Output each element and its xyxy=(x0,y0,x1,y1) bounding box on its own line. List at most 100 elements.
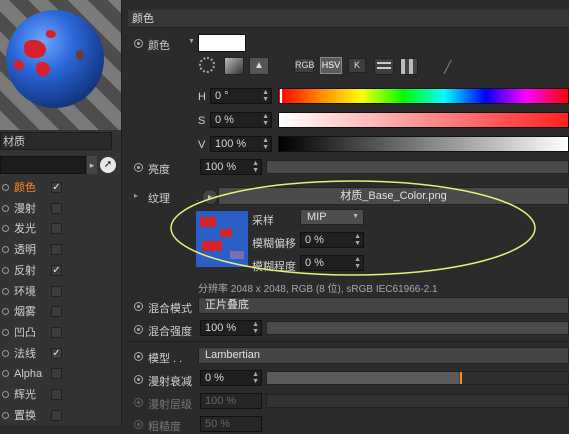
spectrum-icon[interactable] xyxy=(224,57,244,75)
channel-row[interactable]: 漫射 xyxy=(0,199,121,219)
h-field[interactable]: 0 ° ▲ ▼ xyxy=(210,88,272,104)
diffuse-level-field[interactable]: 100 % xyxy=(200,393,262,409)
brightness-anim-radio[interactable] xyxy=(134,163,143,172)
value-slider[interactable] xyxy=(278,136,569,152)
channel-row[interactable]: 置换 xyxy=(0,406,121,426)
channel-checkbox[interactable] xyxy=(51,409,62,421)
color-anim-radio[interactable] xyxy=(134,39,143,48)
diffuse-level-label: 漫射层级 xyxy=(148,399,192,411)
s-label: S xyxy=(198,115,206,127)
h-label: H xyxy=(198,91,206,103)
hsv-mode-button[interactable]: HSV xyxy=(320,57,342,74)
mix-strength-field[interactable]: 100 % ▲ ▼ xyxy=(200,320,262,336)
channel-checkbox[interactable] xyxy=(51,244,62,256)
channel-row[interactable]: Alpha xyxy=(0,364,121,384)
channel-row[interactable]: 反射 ✓ xyxy=(0,261,121,281)
mix-strength-slider[interactable] xyxy=(266,321,569,335)
model-dropdown[interactable]: Lambertian xyxy=(198,347,569,364)
brightness-slider[interactable] xyxy=(266,160,569,174)
material-dropdown-arrow[interactable]: ▸ xyxy=(87,156,97,174)
image-picker-icon[interactable]: ▲ xyxy=(249,57,269,75)
diffuse-falloff-field[interactable]: 0 % ▲ ▼ xyxy=(200,370,262,386)
section-divider xyxy=(128,341,569,342)
channel-checkbox[interactable] xyxy=(51,223,62,235)
channel-row[interactable]: 发光 xyxy=(0,219,121,239)
channel-checkbox[interactable]: ✓ xyxy=(51,264,62,276)
v-label: V xyxy=(198,139,206,151)
channel-checkbox[interactable] xyxy=(51,202,62,214)
diffuse-falloff-label: 漫射衰减 xyxy=(148,376,192,388)
s-field[interactable]: 0 % ▲ ▼ xyxy=(210,112,272,128)
swatches-icon[interactable] xyxy=(400,58,418,75)
channel-anim-dot[interactable] xyxy=(2,370,9,378)
roughness-field[interactable]: 50 % xyxy=(200,416,262,432)
diffuse-falloff-anim-radio[interactable] xyxy=(134,375,143,384)
channel-anim-dot[interactable] xyxy=(2,266,9,274)
channel-label[interactable]: 发光 xyxy=(14,219,36,239)
kelvin-mode-button[interactable]: K xyxy=(348,58,366,73)
channel-label[interactable]: 漫射 xyxy=(14,199,36,219)
channel-label[interactable]: 透明 xyxy=(14,240,36,260)
channel-row[interactable]: 颜色 ✓ xyxy=(0,178,121,198)
channel-label[interactable]: 凹凸 xyxy=(14,323,36,343)
model-anim-radio[interactable] xyxy=(134,352,143,361)
channel-label[interactable]: 法线 xyxy=(14,344,36,364)
mix-strength-anim-radio[interactable] xyxy=(134,325,143,334)
channel-anim-dot[interactable] xyxy=(2,328,9,336)
material-sidebar: 材质 ▸ ➚ 颜色 ✓ 漫射 发光 透明 反射 ✓ 环境 烟雾 凹凸 法线 ✓ Alpha 辉光 置换 xyxy=(0,0,122,425)
channel-anim-dot[interactable] xyxy=(2,225,9,233)
annotation-ellipse xyxy=(170,180,536,276)
channel-anim-dot[interactable] xyxy=(2,411,9,419)
channel-checkbox[interactable]: ✓ xyxy=(51,347,62,359)
channel-anim-dot[interactable] xyxy=(2,287,9,295)
material-preview[interactable] xyxy=(0,0,121,130)
diffuse-level-anim-radio[interactable] xyxy=(134,398,143,407)
channel-anim-dot[interactable] xyxy=(2,204,9,212)
material-search-field[interactable] xyxy=(0,156,86,174)
color-label: 颜色 xyxy=(148,40,170,52)
channel-checkbox[interactable]: ✓ xyxy=(51,182,62,193)
channel-label[interactable]: Alpha xyxy=(14,364,42,384)
channel-anim-dot[interactable] xyxy=(2,349,9,357)
color-expand-icon[interactable]: ▼ xyxy=(188,38,195,45)
channel-checkbox[interactable] xyxy=(51,326,62,338)
channel-checkbox[interactable] xyxy=(51,306,62,318)
mix-mode-dropdown[interactable]: 正片叠底 xyxy=(198,297,569,314)
channel-row[interactable]: 法线 ✓ xyxy=(0,344,121,364)
roughness-label: 粗糙度 xyxy=(148,421,181,433)
channel-label[interactable]: 置换 xyxy=(14,406,36,426)
brightness-field[interactable]: 100 % ▲ ▼ xyxy=(200,159,262,175)
channel-anim-dot[interactable] xyxy=(2,184,9,191)
model-label: 模型 . . xyxy=(148,353,183,365)
hue-slider[interactable] xyxy=(278,88,569,104)
color-swatch[interactable] xyxy=(198,34,246,52)
channel-row[interactable]: 环境 xyxy=(0,282,121,302)
saturation-slider[interactable] xyxy=(278,112,569,128)
channel-anim-dot[interactable] xyxy=(2,308,9,316)
mixer-icon[interactable] xyxy=(374,58,394,75)
material-name: 材质 xyxy=(0,132,112,150)
channel-label[interactable]: 辉光 xyxy=(14,385,36,405)
channel-checkbox[interactable] xyxy=(51,368,62,380)
diffuse-level-slider[interactable] xyxy=(266,394,569,408)
channel-row[interactable]: 透明 xyxy=(0,240,121,260)
channel-checkbox[interactable] xyxy=(51,389,62,400)
color-wheel-icon[interactable] xyxy=(199,57,215,73)
pointer-pick-icon[interactable]: ➚ xyxy=(100,157,116,173)
v-field[interactable]: 100 % ▲ ▼ xyxy=(210,136,272,152)
channel-label[interactable]: 环境 xyxy=(14,282,36,302)
eyedropper-icon[interactable]: ╱ xyxy=(444,60,451,74)
mix-mode-anim-radio[interactable] xyxy=(134,302,143,311)
channel-anim-dot[interactable] xyxy=(2,246,9,254)
channel-row[interactable]: 辉光 xyxy=(0,385,121,405)
rgb-mode-button[interactable]: RGB xyxy=(294,58,315,73)
texture-expand-icon[interactable]: ▸ xyxy=(134,191,138,200)
diffuse-falloff-slider[interactable] xyxy=(266,371,569,385)
channel-label[interactable]: 颜色 xyxy=(14,178,36,198)
channel-label[interactable]: 反射 xyxy=(14,261,36,281)
channel-checkbox[interactable] xyxy=(51,285,62,297)
channel-row[interactable]: 烟雾 xyxy=(0,302,121,322)
channel-row[interactable]: 凹凸 xyxy=(0,323,121,343)
channel-label[interactable]: 烟雾 xyxy=(14,302,36,322)
channel-anim-dot[interactable] xyxy=(2,391,9,398)
